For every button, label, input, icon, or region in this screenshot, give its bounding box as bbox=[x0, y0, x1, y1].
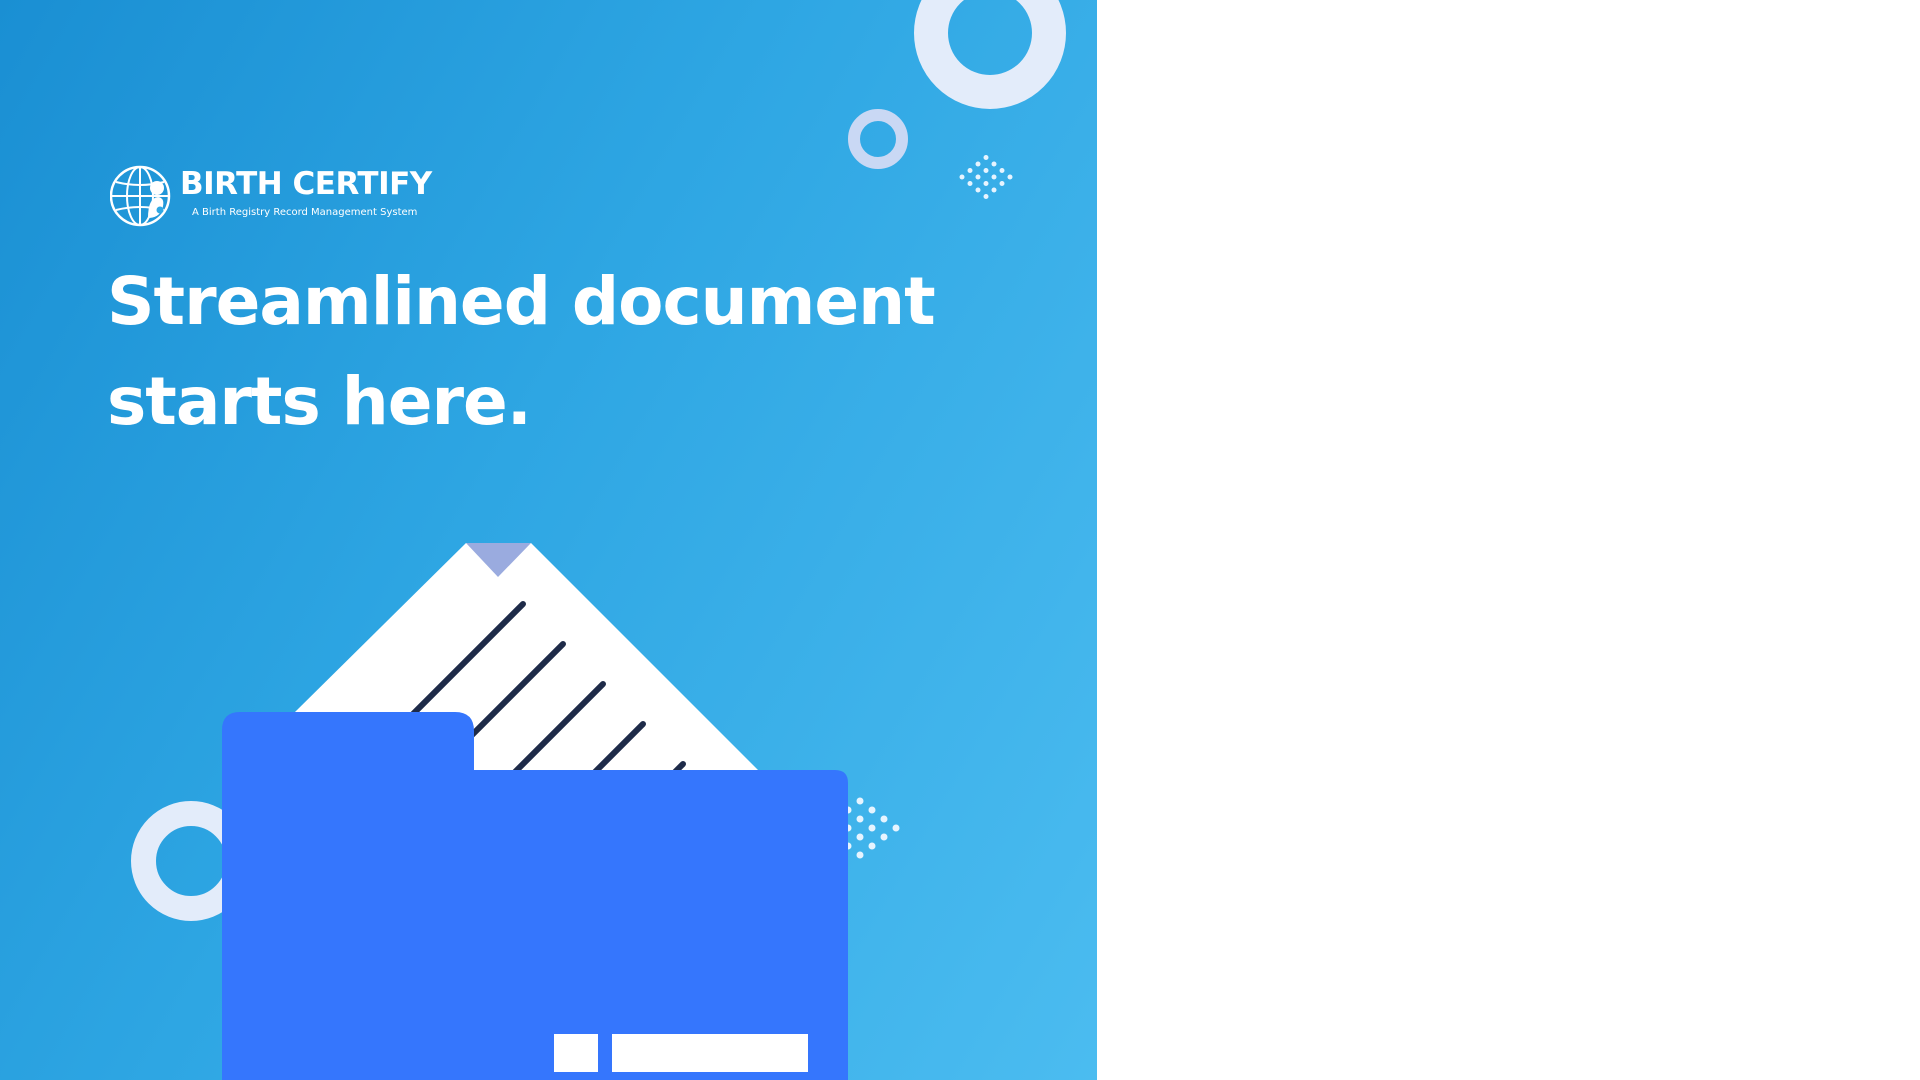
folder-with-document-icon bbox=[0, 0, 1097, 1080]
hero-panel: BIRTH CERTIFY A Birth Registry Record Ma… bbox=[0, 0, 1097, 1080]
